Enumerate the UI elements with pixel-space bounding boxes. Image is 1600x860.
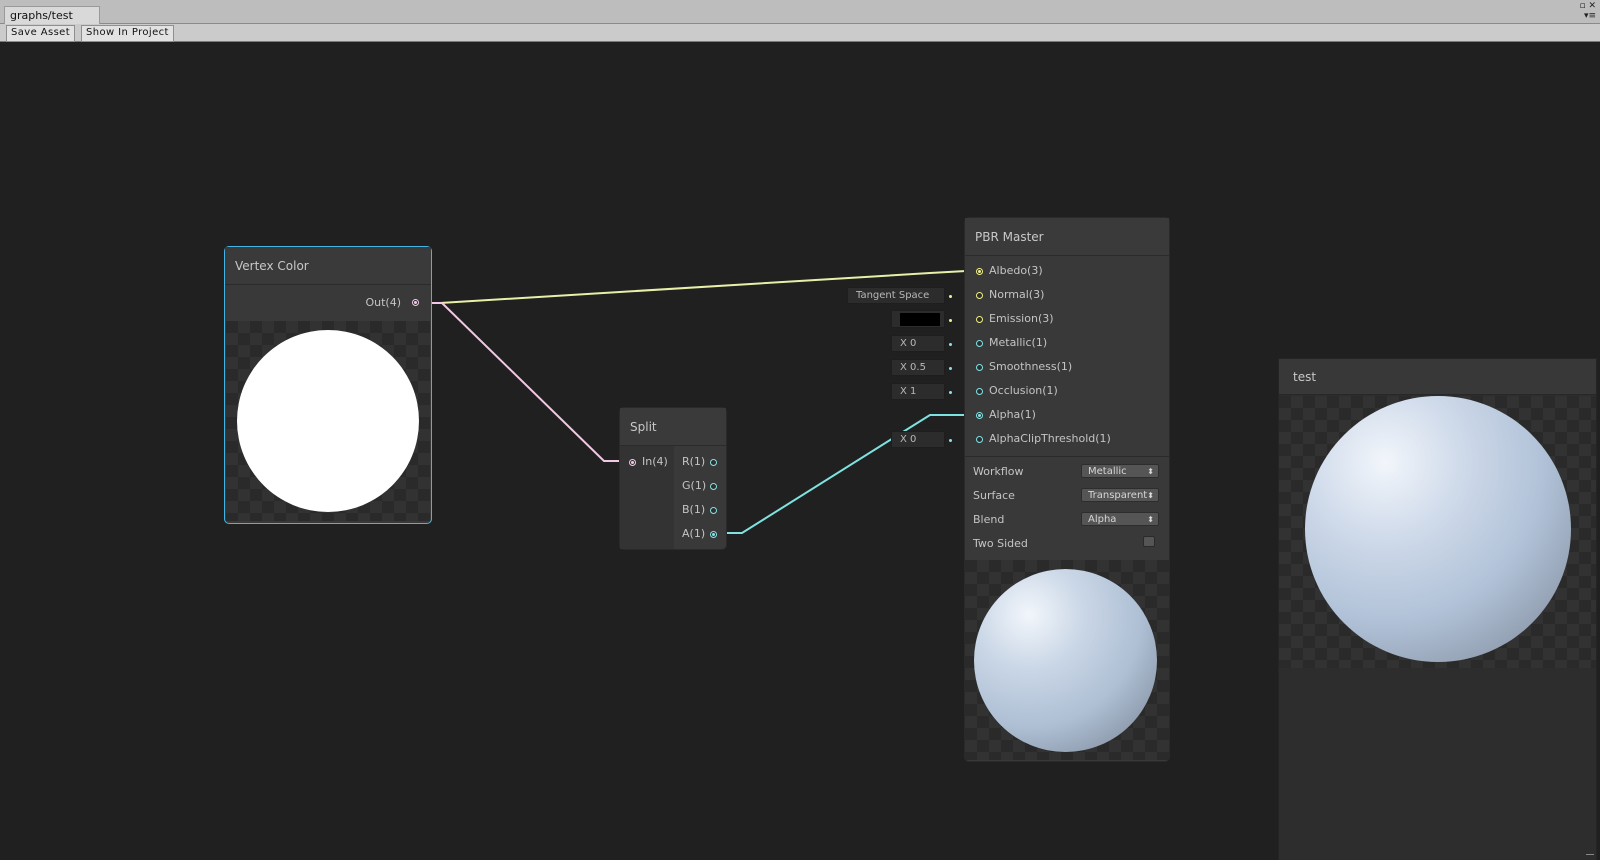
resize-handle-icon[interactable] <box>1586 854 1594 858</box>
port-normal-icon[interactable] <box>976 292 983 299</box>
port-in-icon[interactable] <box>629 459 636 466</box>
white-disc-preview <box>237 330 419 512</box>
setting-label-blend: Blend <box>973 513 1005 526</box>
surface-value: Transparent <box>1088 490 1148 501</box>
two-sided-label: Two Sided <box>973 537 1028 550</box>
port-smoothness-icon[interactable] <box>976 364 983 371</box>
node-title[interactable]: Split <box>620 408 726 446</box>
node-title[interactable]: PBR Master <box>965 218 1169 256</box>
connector-dot <box>949 295 952 298</box>
normal-space-field[interactable]: Tangent Space <box>847 287 945 304</box>
port-out-icon[interactable] <box>412 299 419 306</box>
connector-dot <box>949 367 952 370</box>
chevron-updown-icon: ⬍ <box>1147 467 1154 476</box>
port-label-normal: Normal(3) <box>989 288 1045 301</box>
setting-label-workflow: Workflow <box>973 465 1024 478</box>
blend-dropdown[interactable]: Alpha ⬍ <box>1081 512 1159 526</box>
chevron-updown-icon: ⬍ <box>1147 515 1154 524</box>
port-r-icon[interactable] <box>710 459 717 466</box>
blend-value: Alpha <box>1088 514 1117 525</box>
connector-dot <box>949 391 952 394</box>
setting-label-surface: Surface <box>973 489 1015 502</box>
smoothness-field[interactable]: X 0.5 <box>891 359 945 376</box>
metallic-field[interactable]: X 0 <box>891 335 945 352</box>
emission-swatch[interactable] <box>900 313 940 326</box>
port-label-smoothness: Smoothness(1) <box>989 360 1073 373</box>
connector-dot <box>949 439 952 442</box>
port-occlusion-icon[interactable] <box>976 388 983 395</box>
sphere-preview <box>974 569 1157 752</box>
port-metallic-icon[interactable] <box>976 340 983 347</box>
emission-color-field[interactable] <box>891 310 945 328</box>
surface-dropdown[interactable]: Transparent ⬍ <box>1081 488 1159 502</box>
port-label-in: In(4) <box>642 455 668 468</box>
node-title[interactable]: Vertex Color <box>225 247 431 285</box>
main-preview-area[interactable] <box>1279 396 1596 668</box>
port-alpha-icon[interactable] <box>976 412 983 419</box>
port-label-occlusion: Occlusion(1) <box>989 384 1058 397</box>
port-a-icon[interactable] <box>710 531 717 538</box>
port-label-a: A(1) <box>682 527 706 540</box>
port-label-albedo: Albedo(3) <box>989 264 1043 277</box>
two-sided-checkbox[interactable] <box>1143 536 1155 547</box>
port-label-out: Out(4) <box>365 296 401 309</box>
preview-panel-title: test <box>1279 359 1596 395</box>
node-split[interactable]: Split In(4) R(1) G(1) B(1) A(1) <box>620 408 726 549</box>
alpha-clip-field[interactable]: X 0 <box>891 431 945 448</box>
main-preview-panel[interactable]: test <box>1279 359 1596 860</box>
port-label-metallic: Metallic(1) <box>989 336 1048 349</box>
port-label-r: R(1) <box>682 455 706 468</box>
occlusion-field[interactable]: X 1 <box>891 383 945 400</box>
port-emission-icon[interactable] <box>976 316 983 323</box>
node-vertex-color[interactable]: Vertex Color Out(4) <box>225 247 431 523</box>
port-label-alphaclip: AlphaClipThreshold(1) <box>989 432 1111 445</box>
port-alphaclip-icon[interactable] <box>976 436 983 443</box>
preview-area <box>226 321 430 521</box>
sphere-preview-large <box>1305 396 1571 662</box>
port-albedo-icon[interactable] <box>976 268 983 275</box>
workflow-dropdown[interactable]: Metallic ⬍ <box>1081 464 1159 478</box>
chevron-updown-icon: ⬍ <box>1147 491 1154 500</box>
connector-dot <box>949 319 952 322</box>
port-label-b: B(1) <box>682 503 706 516</box>
port-label-emission: Emission(3) <box>989 312 1054 325</box>
node-pbr-master[interactable]: PBR Master Albedo(3) Normal(3) Emission(… <box>965 218 1169 761</box>
connector-dot <box>949 343 952 346</box>
edge-vertexcolor-to-split <box>416 302 630 462</box>
divider <box>965 456 1169 457</box>
port-b-icon[interactable] <box>710 507 717 514</box>
port-label-g: G(1) <box>682 479 707 492</box>
port-label-alpha: Alpha(1) <box>989 408 1036 421</box>
port-g-icon[interactable] <box>710 483 717 490</box>
workflow-value: Metallic <box>1088 466 1127 477</box>
pbr-preview-area <box>965 560 1169 760</box>
